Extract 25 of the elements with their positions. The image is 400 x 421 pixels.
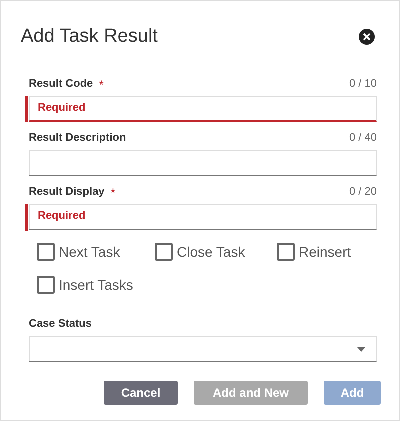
dropdown-caret-icon (357, 346, 366, 352)
dialog-title: Add Task Result (21, 25, 158, 49)
field-label: Result Description (29, 131, 126, 146)
error-message: Required (38, 209, 86, 224)
checkbox-option[interactable]: Close Task (155, 242, 277, 262)
character-counter: 0 / 10 (349, 77, 377, 92)
required-mark: * (99, 76, 104, 94)
checkbox[interactable] (155, 243, 173, 261)
input-field[interactable] (29, 150, 377, 176)
checkbox[interactable] (37, 276, 55, 294)
error-message: Required (38, 100, 86, 116)
checkbox-option[interactable]: Insert Tasks (37, 274, 155, 296)
character-counter: 0 / 40 (349, 131, 377, 146)
field-label: Result Code (29, 77, 94, 92)
checkbox[interactable] (277, 243, 295, 261)
character-counter: 0 / 20 (349, 185, 377, 200)
field-label: Case Status (29, 316, 93, 332)
dropdown[interactable] (29, 336, 377, 362)
dialog-button[interactable]: Cancel (104, 381, 178, 405)
checkbox-option[interactable]: Next Task (37, 242, 155, 262)
checkbox-option[interactable]: Reinsert (277, 242, 377, 262)
close-icon[interactable] (359, 29, 375, 46)
field-label: Result Display (29, 185, 105, 200)
required-mark: * (110, 184, 116, 202)
checkbox[interactable] (37, 243, 55, 261)
